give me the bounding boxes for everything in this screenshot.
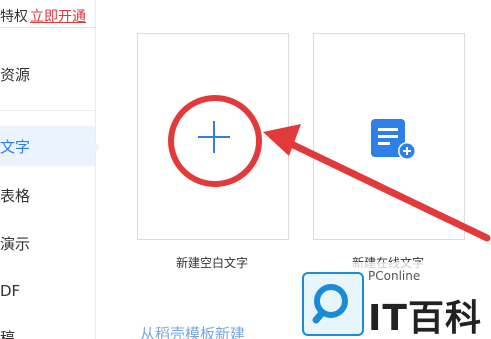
- annotation-circle: [168, 95, 262, 187]
- sidebar-item-spreadsheet[interactable]: 表格: [0, 185, 30, 206]
- sidebar-divider: [0, 110, 96, 111]
- new-blank-doc-label: 新建空白文字: [176, 256, 249, 270]
- sidebar-item-more[interactable]: 稿: [0, 327, 15, 339]
- activate-now-link[interactable]: 立即开通: [30, 9, 86, 25]
- sidebar-item-resources[interactable]: 资源: [0, 64, 30, 85]
- membership-banner: 特权 立即开通: [0, 0, 96, 28]
- sidebar-active-notch: [94, 141, 100, 153]
- sidebar-item-presentation[interactable]: 演示: [0, 233, 30, 254]
- watermark-logo: [302, 272, 364, 336]
- sidebar-item-writer[interactable]: 文字: [0, 136, 30, 157]
- banner-label: 特权: [0, 9, 28, 25]
- template-new-link[interactable]: 从稻壳模板新建: [140, 323, 245, 339]
- sidebar: 特权 立即开通 资源 文字 表格 演示 DF 稿: [0, 0, 100, 339]
- banner-text: 特权 立即开通: [0, 6, 86, 26]
- annotation-arrow: [263, 124, 491, 242]
- search-icon: [312, 284, 348, 324]
- watermark-pconline: PConline: [368, 269, 421, 283]
- sidebar-item-pdf[interactable]: DF: [0, 282, 20, 300]
- watermark-brand: IT百科: [368, 298, 482, 339]
